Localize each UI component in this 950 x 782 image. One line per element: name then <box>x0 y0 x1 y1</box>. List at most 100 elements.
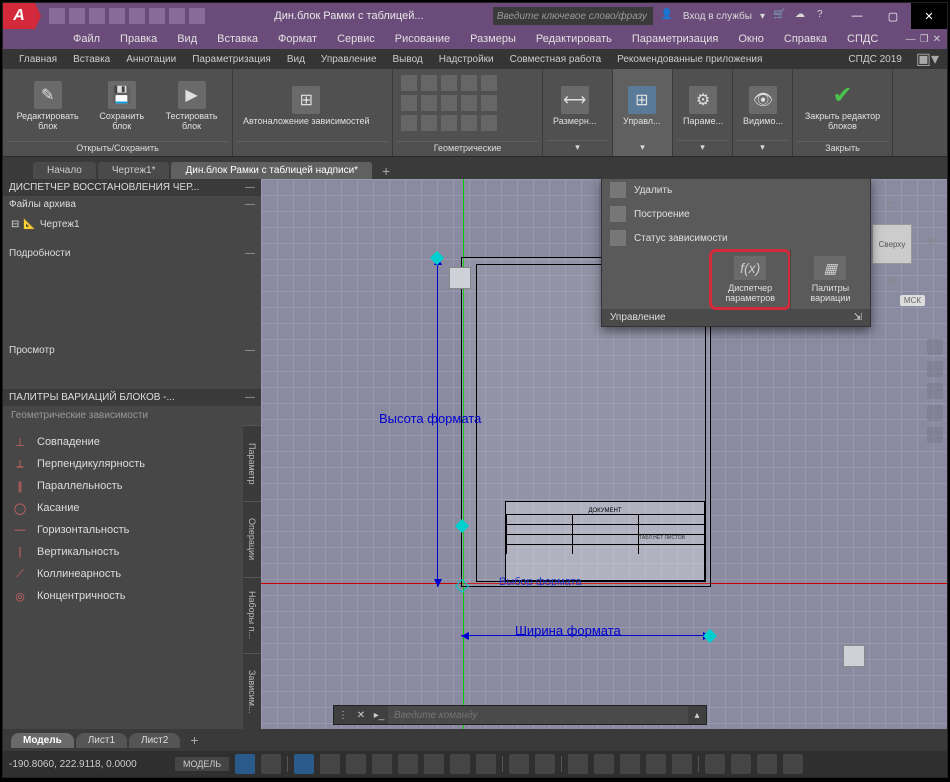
ribbon-tab-view[interactable]: Вид <box>279 51 313 68</box>
constraint-perpendicular[interactable]: ⟂Перпендикулярность <box>9 453 255 475</box>
constraint-perpendicular-icon[interactable] <box>421 75 437 91</box>
status-polar-icon[interactable] <box>320 754 340 774</box>
close-block-editor-button[interactable]: ✔Закрыть редактор блоков <box>797 71 888 141</box>
ribbon-tab-manage[interactable]: Управление <box>313 51 385 68</box>
menu-format[interactable]: Формат <box>268 31 327 47</box>
status-osnap-icon[interactable] <box>346 754 366 774</box>
constraint-tangent-icon[interactable] <box>461 75 477 91</box>
add-tab-button[interactable]: + <box>374 163 398 179</box>
menu-dimension[interactable]: Размеры <box>460 31 526 47</box>
status-transparency-icon[interactable] <box>476 754 496 774</box>
nav-pan-icon[interactable] <box>927 339 943 355</box>
status-ortho-icon[interactable] <box>294 754 314 774</box>
coordinates[interactable]: -190.8060, 222.9118, 0.0000 <box>9 759 169 770</box>
menu-tools[interactable]: Сервис <box>327 31 385 47</box>
archive-header[interactable]: Файлы архива— <box>3 196 261 213</box>
nav-wheel-icon[interactable] <box>927 405 943 421</box>
constraint-concentric[interactable]: ◎Концентричность <box>9 585 255 607</box>
doc-restore-button[interactable]: ❐ <box>920 34 929 45</box>
vtab-parameters[interactable]: Параметр <box>243 425 261 501</box>
constraint-symmetric-icon[interactable] <box>481 95 497 111</box>
constraint-tangent[interactable]: ◯Касание <box>9 497 255 519</box>
constraint-concentric-icon[interactable] <box>441 95 457 111</box>
recovery-panel-header[interactable]: ДИСПЕТЧЕР ВОССТАНОВЛЕНИЯ ЧЕР...— <box>3 179 261 196</box>
tab-dynblock[interactable]: Дин.блок Рамки с таблицей надписи* <box>171 162 372 179</box>
nav-showmotion-icon[interactable] <box>927 427 943 443</box>
constraint-fix-icon[interactable] <box>421 115 437 131</box>
menu-window[interactable]: Окно <box>728 31 774 47</box>
add-layout-button[interactable]: + <box>182 732 206 748</box>
constraint-vertical[interactable]: |Вертикальность <box>9 541 255 563</box>
status-cycling-icon[interactable] <box>509 754 529 774</box>
panel-geometric-label[interactable]: Геометрические <box>397 141 538 154</box>
status-snap-icon[interactable] <box>261 754 281 774</box>
layout-tab-sheet1[interactable]: Лист1 <box>76 733 127 748</box>
menu-help[interactable]: Справка <box>774 31 837 47</box>
constraint-parallel-icon[interactable] <box>441 75 457 91</box>
nav-orbit-icon[interactable] <box>927 383 943 399</box>
ribbon-tab-collaborate[interactable]: Совместная работа <box>502 51 610 68</box>
menu-view[interactable]: Вид <box>167 31 207 47</box>
dim-height-label[interactable]: Высота формата <box>379 411 481 426</box>
command-line[interactable]: ⋮ ✕ ▸_ ▴ <box>333 705 707 725</box>
dimensional-button[interactable]: ⟷Размерн... <box>547 71 602 140</box>
cmdline-close-icon[interactable]: ✕ <box>352 710 370 721</box>
qat-plot-icon[interactable] <box>129 8 145 24</box>
qat-undo-icon[interactable] <box>149 8 165 24</box>
parameter-node-1[interactable] <box>449 267 471 289</box>
dropdown-constraint-status[interactable]: Статус зависимости <box>602 226 870 250</box>
auto-constrain-button[interactable]: ⊞Автоналожение зависимостей <box>237 71 376 141</box>
space-badge[interactable]: МОДЕЛЬ <box>175 757 229 771</box>
tab-start[interactable]: Начало <box>33 162 96 179</box>
test-block-button[interactable]: ▶Тестировать блок <box>155 71 228 141</box>
menu-insert[interactable]: Вставка <box>207 31 268 47</box>
menu-modify[interactable]: Редактировать <box>526 31 622 47</box>
qat-new-icon[interactable] <box>49 8 65 24</box>
qat-more-icon[interactable] <box>189 8 205 24</box>
menu-spds[interactable]: СПДС <box>837 31 888 47</box>
dropdown-delete[interactable]: Удалить <box>602 179 870 202</box>
ribbon-tab-insert[interactable]: Вставка <box>65 51 118 68</box>
status-annovisibility-icon[interactable] <box>646 754 666 774</box>
nav-zoom-icon[interactable] <box>927 361 943 377</box>
status-dyn-icon[interactable] <box>424 754 444 774</box>
preview-header[interactable]: Просмотр— <box>3 342 261 359</box>
archive-item[interactable]: ⊟📐Чертеж1 <box>9 217 255 232</box>
status-annoscale-icon[interactable] <box>620 754 640 774</box>
ribbon-tab-parametric[interactable]: Параметризация <box>184 51 279 68</box>
constraint-smooth-icon[interactable] <box>461 95 477 111</box>
constraint-collinear-icon[interactable] <box>421 95 437 111</box>
doc-close-button[interactable]: ✕ <box>933 34 941 45</box>
status-otrack-icon[interactable] <box>372 754 392 774</box>
vtab-constraints[interactable]: Зависим... <box>243 653 261 729</box>
close-button[interactable]: ✕ <box>911 3 947 29</box>
qat-open-icon[interactable] <box>69 8 85 24</box>
vtab-actions[interactable]: Операции <box>243 501 261 577</box>
edit-block-button[interactable]: ✎Редактировать блок <box>7 71 88 141</box>
save-block-button[interactable]: 💾Сохранить блок <box>88 71 155 141</box>
status-annomonitor-icon[interactable] <box>535 754 555 774</box>
visibility-button[interactable]: 👁Видимо... <box>737 71 789 140</box>
parameter-manager-button[interactable]: f(x)Диспетчер параметров <box>710 250 790 309</box>
parameter-node-2[interactable] <box>843 645 865 667</box>
dropdown-construction[interactable]: Построение <box>602 202 870 226</box>
menu-draw[interactable]: Рисование <box>385 31 460 47</box>
drawing-canvas[interactable]: ДОКУМЕНТ ТАБЛ НЕТ ЛИСТОВ Высота формата … <box>261 179 947 729</box>
vtab-sets[interactable]: Наборы п... <box>243 577 261 653</box>
constraint-coincident-icon[interactable] <box>401 75 417 91</box>
help-icon[interactable]: ? <box>817 9 831 23</box>
variations-panel-header[interactable]: ПАЛИТРЫ ВАРИАЦИЙ БЛОКОВ -...— <box>3 389 261 406</box>
status-lwt-icon[interactable] <box>450 754 470 774</box>
ribbon-tab-output[interactable]: Вывод <box>385 51 431 68</box>
panel-open-save-label[interactable]: Открыть/Сохранить <box>7 141 228 154</box>
status-isolate-icon[interactable] <box>731 754 751 774</box>
variation-palettes-button[interactable]: ▦Палитры вариации <box>790 250 870 309</box>
maximize-button[interactable]: ▢ <box>875 3 911 29</box>
login-area[interactable]: 👤 Вход в службы ▾ 🛒 ☁ ? <box>661 9 831 23</box>
layout-tab-sheet2[interactable]: Лист2 <box>129 733 180 748</box>
app-logo[interactable]: A <box>3 3 35 29</box>
manage-button[interactable]: ⊞Управл... <box>617 71 667 140</box>
ribbon-tab-addins[interactable]: Надстройки <box>431 51 502 68</box>
status-clean-icon[interactable] <box>757 754 777 774</box>
viewcube-top[interactable]: Сверху <box>872 224 912 264</box>
